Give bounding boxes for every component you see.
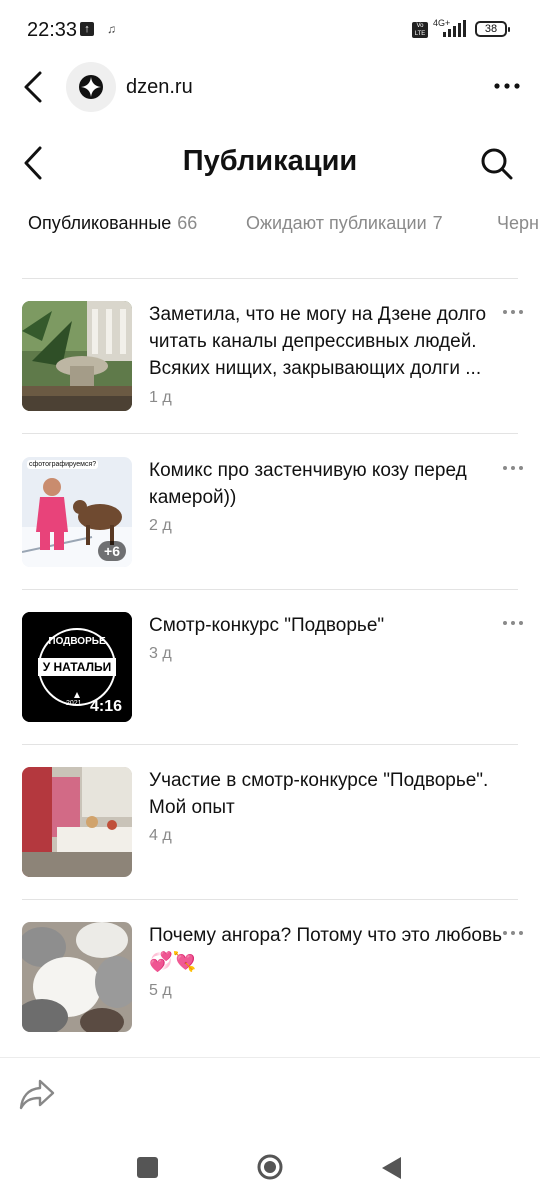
yarn-photo xyxy=(22,922,132,1032)
video-duration: 4:16 xyxy=(89,698,122,715)
extra-photos-badge: +6 xyxy=(98,541,126,561)
post-title[interactable]: Участие в смотр-конкурсе "Подворье". Мой… xyxy=(149,767,519,821)
tab-drafts[interactable]: Черн xyxy=(497,213,539,234)
cover-text-year: 2021 xyxy=(66,700,82,707)
divider xyxy=(22,899,518,900)
more-menu-icon[interactable] xyxy=(490,72,524,100)
post-title[interactable]: Заметила, что не могу на Дзене долго чит… xyxy=(149,301,519,382)
photo-caption: сфотографируемся? xyxy=(27,460,99,469)
divider xyxy=(22,433,518,434)
tab-label: Ожидают публикации xyxy=(246,213,427,233)
system-back-button[interactable] xyxy=(381,1156,403,1180)
battery-indicator: 38 xyxy=(475,21,510,37)
upload-icon: ↑ xyxy=(80,22,94,36)
tab-label: Опубликованные xyxy=(28,213,172,233)
site-url[interactable]: dzen.ru xyxy=(126,76,193,99)
volte-icon: Vo LTE xyxy=(412,22,428,38)
status-time: 22:33 xyxy=(27,19,78,41)
tab-label: Черн xyxy=(497,213,539,233)
page-title: Публикации xyxy=(182,145,358,177)
post-title[interactable]: Почему ангора? Потому что это любовь 💞💘 xyxy=(149,922,519,976)
divider xyxy=(0,1057,540,1058)
post-age: 3 д xyxy=(149,645,172,662)
divider xyxy=(22,744,518,745)
garden-photo xyxy=(22,301,132,411)
post-thumbnail[interactable] xyxy=(22,301,132,411)
post-age: 4 д xyxy=(149,827,172,844)
tab-count: 7 xyxy=(432,213,443,233)
browser-back-icon[interactable] xyxy=(18,70,52,104)
cover-text-main: У НАТАЛЬИ xyxy=(42,660,112,674)
recent-apps-button[interactable] xyxy=(137,1157,158,1178)
signal-icon xyxy=(443,20,466,37)
post-thumbnail[interactable]: сфотографируемся? +6 xyxy=(22,457,132,567)
list-item[interactable]: Почему ангора? Потому что это любовь 💞💘 … xyxy=(0,922,540,1078)
site-favicon xyxy=(66,62,116,112)
tab-scheduled[interactable]: Ожидают публикации 7 xyxy=(246,213,443,234)
post-thumbnail[interactable] xyxy=(22,922,132,1032)
post-title[interactable]: Смотр-конкурс "Подворье" xyxy=(149,612,519,639)
tab-count: 66 xyxy=(177,213,198,233)
post-title[interactable]: Комикс про застенчивую козу перед камеро… xyxy=(149,457,519,511)
post-age: 2 д xyxy=(149,517,172,534)
music-note-icon: ♫ xyxy=(107,22,116,36)
search-icon[interactable] xyxy=(476,143,516,183)
cover-text-top: ПОДВОРЬЕ xyxy=(48,636,106,647)
home-button[interactable] xyxy=(257,1154,283,1180)
publication-tabs: Опубликованные 66 Ожидают публикации 7 Чер… xyxy=(0,205,540,245)
post-thumbnail[interactable] xyxy=(22,767,132,877)
status-bar: 22:33 ↑ ♫ Vo LTE 4G+ 38 xyxy=(0,0,540,60)
divider xyxy=(22,278,518,279)
more-options-icon[interactable] xyxy=(501,616,525,630)
video-thumbnail[interactable]: ПОДВОРЬЕ У НАТАЛЬИ 2021 4:16 xyxy=(22,612,132,722)
more-options-icon[interactable] xyxy=(501,926,525,940)
divider xyxy=(22,589,518,590)
post-age: 1 д xyxy=(149,389,172,406)
dzen-logo-icon xyxy=(79,75,103,99)
post-age: 5 д xyxy=(149,982,172,999)
share-icon[interactable] xyxy=(18,1077,56,1111)
more-options-icon[interactable] xyxy=(501,461,525,475)
more-options-icon[interactable] xyxy=(501,305,525,319)
tab-published[interactable]: Опубликованные 66 xyxy=(28,213,197,234)
fair-photo xyxy=(22,767,132,877)
